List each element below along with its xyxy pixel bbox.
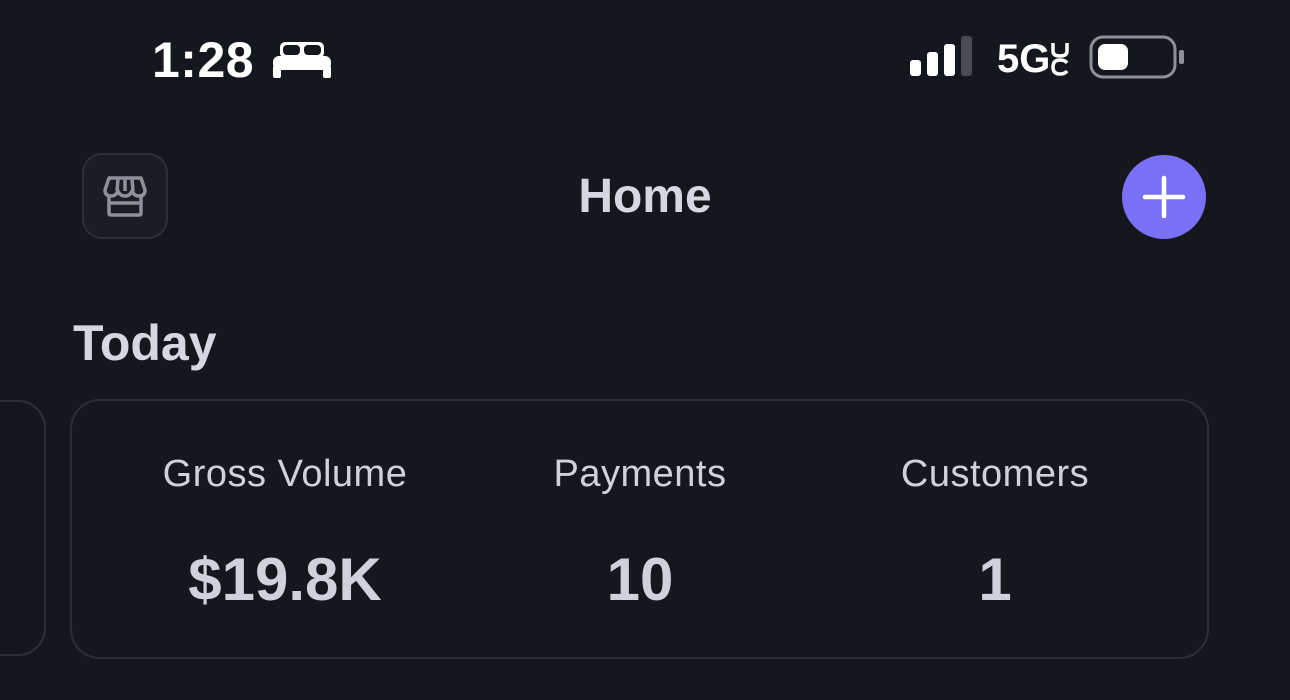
stat-label: Customers [900,453,1090,495]
stat-payments: Payments 10 [460,451,820,615]
page-title: Home [578,170,712,223]
stat-gross-volume: Gross Volume $19.8K [105,451,465,615]
network-type-label: 5G [997,37,1051,81]
today-stats-card[interactable]: Gross Volume $19.8K Payments 10 Customer… [70,399,1209,659]
stat-value: $19.8K [188,546,382,613]
stat-label: Payments [553,453,727,495]
cellular-signal-icon [910,36,972,76]
add-button[interactable] [1122,155,1206,239]
section-title-today: Today [73,315,217,371]
stat-value: 1 [978,546,1012,613]
bed-icon [273,42,331,78]
uc-badge [1051,43,1069,76]
battery-icon [1089,35,1184,79]
status-time: 1:28 [152,32,255,88]
previous-card[interactable] [0,400,46,656]
stat-label: Gross Volume [162,453,408,495]
stat-customers: Customers 1 [815,451,1175,615]
storefront-icon [103,176,147,217]
store-button[interactable] [82,153,168,239]
stat-value: 10 [606,546,674,613]
plus-icon [1142,175,1186,219]
